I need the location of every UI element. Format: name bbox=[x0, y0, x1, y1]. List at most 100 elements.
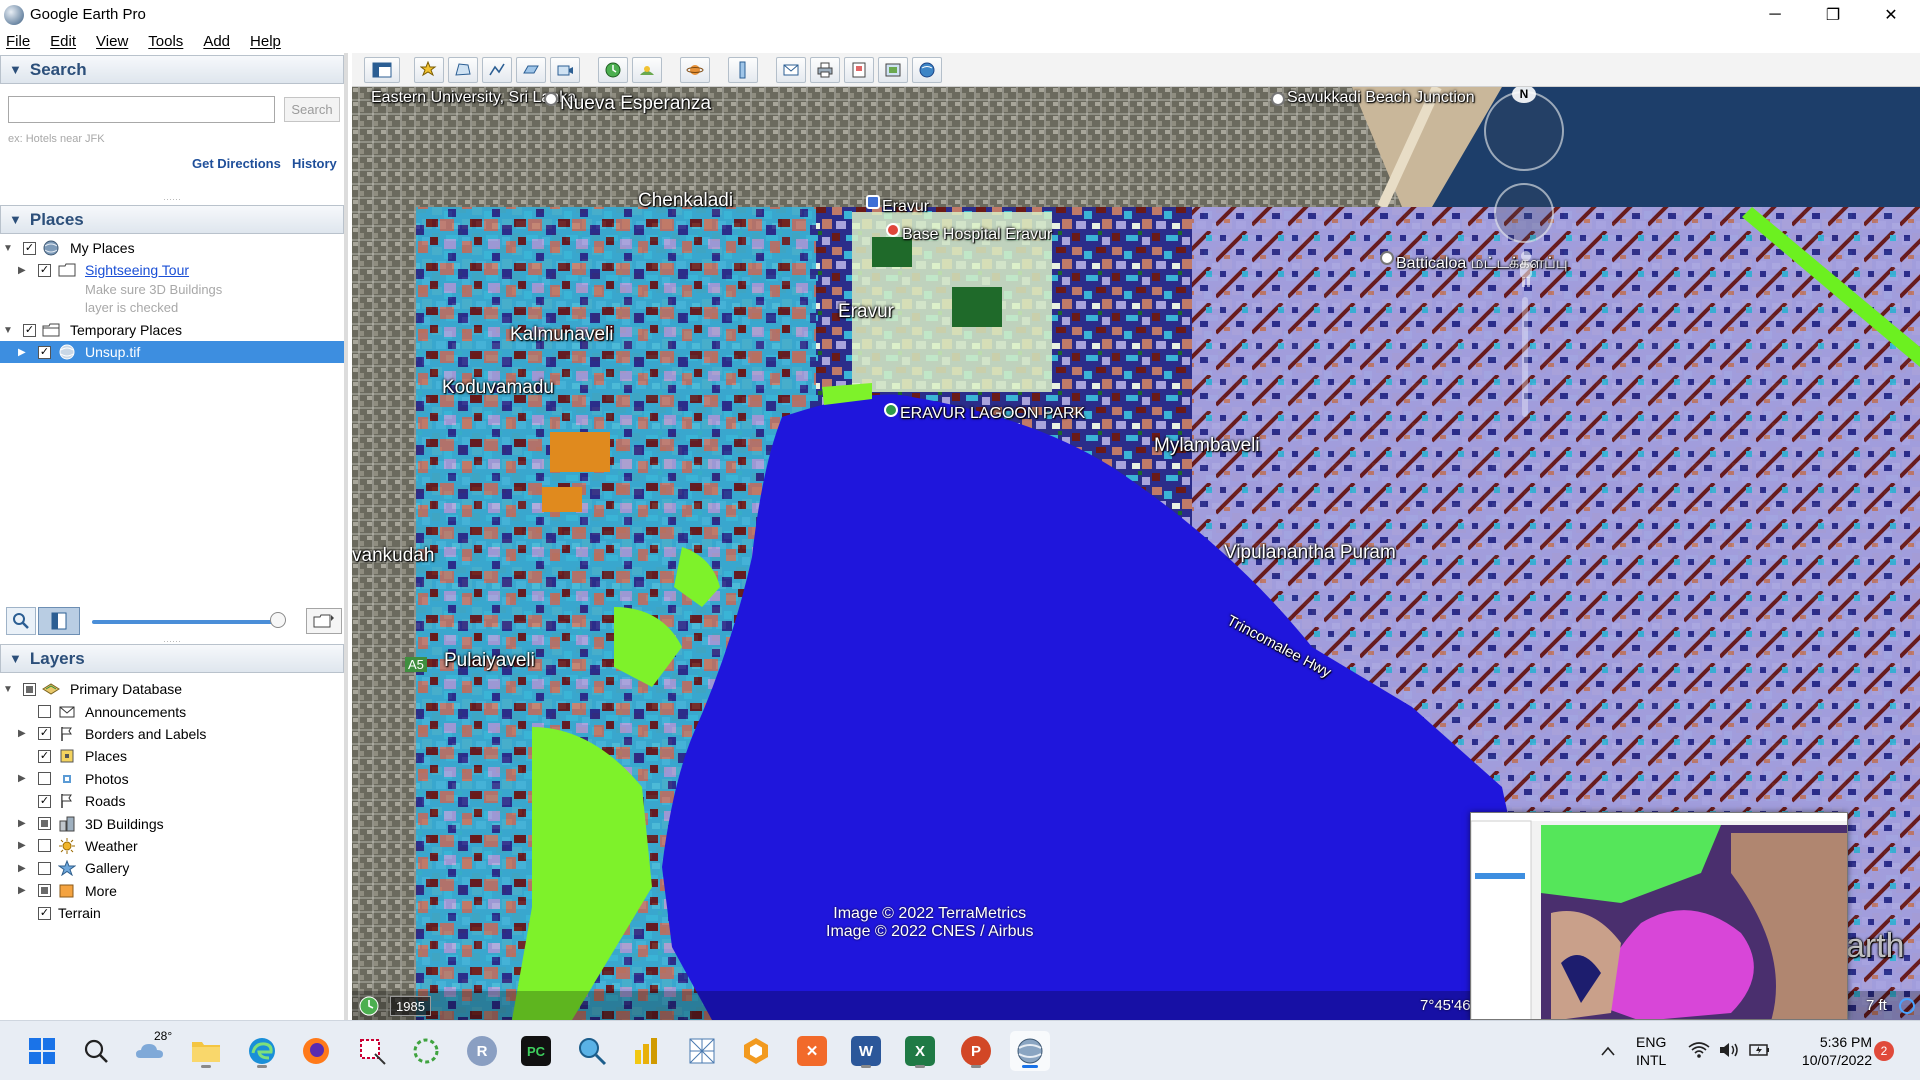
powerpoint-button[interactable]: P bbox=[956, 1031, 996, 1071]
expand-right-icon[interactable]: ▶ bbox=[18, 818, 26, 829]
panel-resize-grip[interactable]: ······ bbox=[0, 195, 344, 204]
expand-right-icon[interactable]: ▶ bbox=[18, 863, 26, 874]
taskbar-window-preview[interactable] bbox=[1470, 812, 1848, 1020]
get-directions-link[interactable]: Get Directions bbox=[192, 156, 281, 171]
menu-view[interactable]: View bbox=[96, 33, 128, 50]
add-path-button[interactable] bbox=[482, 57, 512, 83]
power-bi-button[interactable] bbox=[626, 1031, 666, 1071]
tree-item-unsup-tif[interactable]: ▶ ✓ Unsup.tif bbox=[0, 341, 344, 363]
word-button[interactable]: W bbox=[846, 1031, 886, 1071]
hex-app-button[interactable] bbox=[736, 1031, 776, 1071]
label-vipulanantha-puram[interactable]: Vipulanantha Puram bbox=[1224, 542, 1396, 564]
input-language-indicator[interactable]: ENG INTL bbox=[1636, 1033, 1666, 1069]
checkbox[interactable]: ✓ bbox=[38, 263, 51, 277]
checkbox[interactable] bbox=[38, 817, 51, 831]
anaconda-button[interactable] bbox=[406, 1031, 446, 1071]
checkbox[interactable]: ✓ bbox=[38, 345, 51, 359]
checkbox[interactable]: ✓ bbox=[38, 794, 51, 808]
file-explorer-button[interactable] bbox=[186, 1031, 226, 1071]
notification-badge[interactable]: 2 bbox=[1874, 1041, 1894, 1061]
checkbox[interactable]: ✓ bbox=[23, 241, 36, 255]
label-vankudah[interactable]: vankudah bbox=[352, 545, 434, 567]
bus-station-icon[interactable] bbox=[866, 195, 880, 209]
expand-down-icon[interactable]: ▼ bbox=[3, 243, 13, 254]
label-eravur-lagoon-park[interactable]: ERAVUR LAGOON PARK bbox=[900, 405, 1085, 423]
label-pulaiyaveli[interactable]: Pulaiyaveli bbox=[444, 650, 535, 672]
start-button[interactable] bbox=[22, 1031, 62, 1071]
search-places-button[interactable] bbox=[6, 607, 36, 635]
layer-roads[interactable]: ✓ Roads bbox=[0, 790, 344, 812]
r-app-button[interactable]: R bbox=[462, 1031, 502, 1071]
snipping-tool-button[interactable] bbox=[352, 1031, 392, 1071]
record-tour-button[interactable] bbox=[550, 57, 580, 83]
minimize-button[interactable]: ─ bbox=[1746, 0, 1804, 29]
zoom-slider[interactable] bbox=[1522, 297, 1528, 417]
checkbox[interactable]: ✓ bbox=[23, 323, 36, 337]
menu-edit[interactable]: Edit bbox=[50, 33, 76, 50]
layer-primary-database[interactable]: ▼ Primary Database bbox=[0, 678, 344, 700]
look-compass-ring[interactable] bbox=[1484, 91, 1564, 171]
add-placemark-button[interactable] bbox=[414, 57, 444, 83]
historical-imagery-button[interactable] bbox=[598, 57, 628, 83]
network-app-button[interactable] bbox=[682, 1031, 722, 1071]
checkbox[interactable]: ✓ bbox=[38, 749, 51, 763]
google-maps-button[interactable] bbox=[912, 57, 942, 83]
layer-3d-buildings[interactable]: ▶ 3D Buildings bbox=[0, 812, 344, 834]
search-header[interactable]: ▼ Search bbox=[0, 55, 344, 84]
pycharm-button[interactable]: PC bbox=[516, 1031, 556, 1071]
expand-right-icon[interactable]: ▶ bbox=[18, 840, 26, 851]
checkbox[interactable]: ✓ bbox=[38, 727, 51, 741]
add-polygon-button[interactable] bbox=[448, 57, 478, 83]
label-eravur-station[interactable]: Eravur bbox=[882, 198, 929, 216]
search-input[interactable] bbox=[8, 96, 275, 123]
expand-right-icon[interactable]: ▶ bbox=[18, 347, 26, 358]
sunlight-button[interactable] bbox=[632, 57, 662, 83]
volume-icon[interactable] bbox=[1718, 1041, 1740, 1059]
opacity-slider-handle[interactable] bbox=[270, 612, 286, 628]
city-pin-icon[interactable] bbox=[1380, 251, 1394, 265]
add-image-overlay-button[interactable] bbox=[516, 57, 546, 83]
label-koduvamadu[interactable]: Koduvamadu bbox=[442, 377, 554, 399]
app-orange-button[interactable]: ✕ bbox=[792, 1031, 832, 1071]
layer-places[interactable]: ✓ Places bbox=[0, 745, 344, 767]
move-joystick[interactable] bbox=[1494, 183, 1554, 243]
label-nueva-esperanza[interactable]: Nueva Esperanza bbox=[560, 93, 711, 115]
weather-widget[interactable]: 28° bbox=[130, 1029, 172, 1071]
layers-header[interactable]: ▼ Layers bbox=[0, 644, 344, 673]
movie-maker-button[interactable] bbox=[878, 57, 908, 83]
street-view-pegman-icon[interactable] bbox=[1514, 249, 1538, 289]
expand-right-icon[interactable]: ▶ bbox=[18, 728, 26, 739]
show-places-button[interactable] bbox=[38, 607, 80, 635]
label-eravur[interactable]: Eravur bbox=[838, 301, 894, 323]
beach-pin-icon[interactable] bbox=[1271, 92, 1285, 106]
system-clock[interactable]: 5:36 PM 10/07/2022 bbox=[1784, 1033, 1872, 1069]
layer-photos[interactable]: ▶ Photos bbox=[0, 768, 344, 790]
label-chenkaladi[interactable]: Chenkaladi bbox=[638, 190, 733, 212]
expand-down-icon[interactable]: ▼ bbox=[3, 684, 13, 695]
restore-button[interactable]: ❐ bbox=[1804, 0, 1862, 29]
layer-weather[interactable]: ▶ Weather bbox=[0, 835, 344, 857]
wifi-icon[interactable] bbox=[1688, 1041, 1710, 1059]
university-pin-icon[interactable] bbox=[544, 92, 558, 106]
search-app-button[interactable] bbox=[572, 1031, 612, 1071]
checkbox[interactable]: ✓ bbox=[38, 906, 51, 920]
expand-down-icon[interactable]: ▼ bbox=[3, 325, 13, 336]
expand-right-icon[interactable]: ▶ bbox=[18, 885, 26, 896]
planets-button[interactable] bbox=[680, 57, 710, 83]
layer-borders-and-labels[interactable]: ▶ ✓ Borders and Labels bbox=[0, 723, 344, 745]
firefox-button[interactable] bbox=[296, 1031, 336, 1071]
checkbox[interactable] bbox=[38, 861, 51, 875]
battery-charging-icon[interactable] bbox=[1748, 1041, 1772, 1059]
expand-right-icon[interactable]: ▶ bbox=[18, 773, 26, 784]
menu-add[interactable]: Add bbox=[203, 33, 230, 50]
places-header[interactable]: ▼ Places bbox=[0, 205, 344, 234]
layer-terrain[interactable]: ✓ Terrain bbox=[0, 902, 344, 924]
label-kalmunaveli[interactable]: Kalmunaveli bbox=[510, 324, 614, 346]
sidebar-toggle-button[interactable] bbox=[364, 57, 400, 83]
chevron-up-icon[interactable] bbox=[1600, 1045, 1616, 1057]
expand-right-icon[interactable]: ▶ bbox=[18, 265, 26, 276]
hospital-pin-icon[interactable] bbox=[886, 223, 900, 237]
tree-item-sightseeing-tour[interactable]: ▶ ✓ Sightseeing Tour bbox=[0, 259, 344, 281]
layer-more[interactable]: ▶ More bbox=[0, 880, 344, 902]
menu-tools[interactable]: Tools bbox=[148, 33, 183, 50]
